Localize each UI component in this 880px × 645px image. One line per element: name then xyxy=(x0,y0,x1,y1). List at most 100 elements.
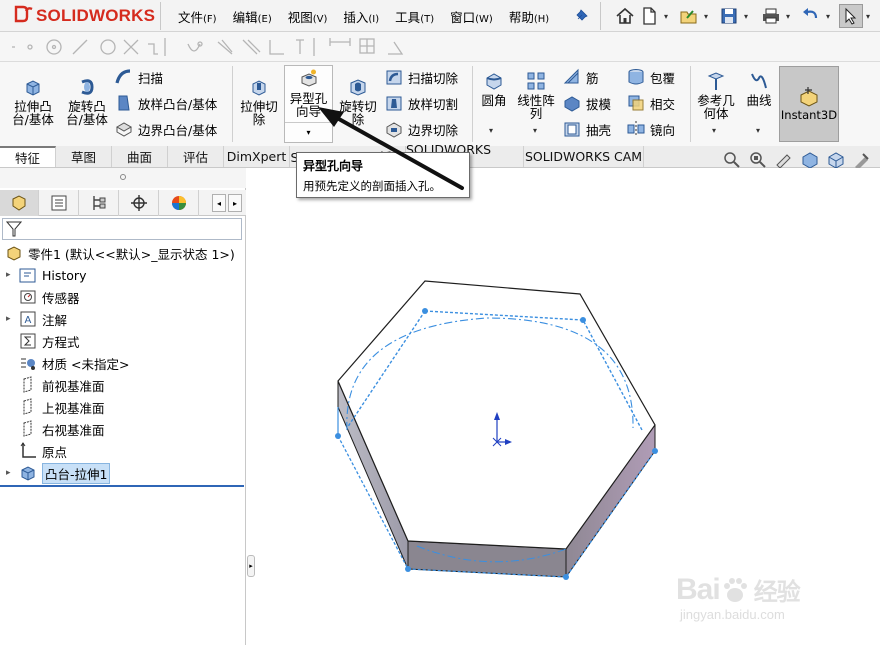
configuration-manager-tab[interactable] xyxy=(80,190,119,216)
tree-item-front-plane[interactable]: 前视基准面 xyxy=(18,374,105,396)
menu-tools[interactable]: 工具(T) xyxy=(395,7,434,26)
feature-manager-tab[interactable] xyxy=(0,190,39,216)
fillet-label: 圆角 xyxy=(481,93,507,108)
tree-root-part[interactable]: 零件1 (默认<<默认>_显示状态 1>) xyxy=(4,242,235,264)
tab-evaluate[interactable]: 评估 xyxy=(168,146,224,167)
revolve-boss-button[interactable]: 旋转凸 台/基体 xyxy=(62,76,112,126)
filter-icon xyxy=(5,221,23,237)
tree-item-history[interactable]: ▸ History xyxy=(6,264,86,286)
linear-pattern-dropdown[interactable]: ▾ xyxy=(533,126,537,135)
open-dropdown[interactable]: ▾ xyxy=(701,4,711,28)
history-label: History xyxy=(42,267,87,283)
undo-icon[interactable] xyxy=(799,4,823,28)
hole-wizard-main[interactable]: 异型孔 向导 xyxy=(285,68,332,118)
loft-cut-button[interactable]: 放样切割 xyxy=(384,92,458,114)
property-manager-tab[interactable] xyxy=(40,190,79,216)
menu-help[interactable]: 帮助(H) xyxy=(509,7,549,26)
display-manager-tab[interactable] xyxy=(160,190,199,216)
extrude-cut-button[interactable]: 拉伸切 除 xyxy=(236,76,282,126)
home-icon[interactable] xyxy=(613,4,637,28)
select-icon[interactable] xyxy=(839,4,863,28)
sweep-icon xyxy=(115,69,131,84)
menu-edit[interactable]: 编辑(E) xyxy=(233,7,272,26)
tab-solidworks-cam[interactable]: SOLIDWORKS CAM xyxy=(524,146,644,167)
revolve-cut-label: 旋转切 除 xyxy=(339,99,377,127)
undo-dropdown[interactable]: ▾ xyxy=(823,4,833,28)
instant3d-icon xyxy=(800,87,818,107)
instant3d-button[interactable]: Instant3D xyxy=(779,66,839,142)
select-dropdown[interactable]: ▾ xyxy=(863,4,873,28)
view-orientation-icon[interactable] xyxy=(826,150,846,170)
revolve-cut-button[interactable]: 旋转切 除 xyxy=(335,76,381,126)
curves-dropdown[interactable]: ▾ xyxy=(756,126,760,135)
sketch-tools-icons xyxy=(12,38,404,56)
fillet-button[interactable]: 圆角 xyxy=(476,70,512,107)
new-dropdown[interactable]: ▾ xyxy=(661,4,671,28)
tree-item-annotations[interactable]: ▸ A 注解 xyxy=(6,308,67,330)
previous-view-icon[interactable] xyxy=(774,150,794,170)
menu-insert[interactable]: 插入(I) xyxy=(343,7,379,26)
fillet-dropdown[interactable]: ▾ xyxy=(489,126,493,135)
menu-view[interactable]: 视图(V) xyxy=(288,7,328,26)
reference-geometry-dropdown[interactable]: ▾ xyxy=(712,126,716,135)
shell-button[interactable]: 抽壳 xyxy=(562,118,611,140)
mirror-button[interactable]: 镜向 xyxy=(626,118,675,140)
tree-item-origin[interactable]: 原点 xyxy=(18,440,67,462)
zoom-to-area-icon[interactable] xyxy=(748,150,768,170)
tree-rollback-bar[interactable] xyxy=(0,485,244,487)
curves-button[interactable]: 曲线 xyxy=(742,70,776,107)
loft-boss-button[interactable]: 放样凸台/基体 xyxy=(114,92,217,114)
reference-geometry-button[interactable]: 参考几 何体 xyxy=(694,70,738,120)
new-document-icon[interactable] xyxy=(637,4,661,28)
expand-arrow-icon[interactable]: ▸ xyxy=(6,270,18,280)
tree-item-sensors[interactable]: 传感器 xyxy=(18,286,80,308)
pin-icon[interactable] xyxy=(575,8,589,22)
sweep-button[interactable]: 扫描 xyxy=(114,66,163,88)
tab-surfaces[interactable]: 曲面 xyxy=(112,146,168,167)
paw-icon xyxy=(723,577,747,602)
feature-tree-filter[interactable] xyxy=(2,218,242,240)
tree-item-equations[interactable]: 方程式 xyxy=(18,330,80,352)
menu-window[interactable]: 窗口(W) xyxy=(450,7,493,26)
sweep-cut-button[interactable]: 扫描切除 xyxy=(384,66,458,88)
panel-collapse-handle[interactable]: ▸ xyxy=(247,555,255,577)
panel-scroll-right[interactable]: ▸ xyxy=(228,194,242,212)
section-view-icon[interactable] xyxy=(800,150,820,170)
tree-item-top-plane[interactable]: 上视基准面 xyxy=(18,396,105,418)
dimxpert-manager-tab[interactable] xyxy=(120,190,159,216)
hole-wizard-dropdown[interactable]: ▾ xyxy=(285,122,332,142)
hole-wizard-button[interactable]: 异型孔 向导 ▾ xyxy=(284,65,333,143)
menu-file[interactable]: 文件(F) xyxy=(178,7,217,26)
boundary-cut-button[interactable]: 边界切除 xyxy=(384,118,458,140)
extrude-boss-button[interactable]: 拉伸凸 台/基体 xyxy=(8,76,58,126)
rib-button[interactable]: 筋 xyxy=(562,66,599,88)
tree-item-boss-extrude1[interactable]: ▸ 凸台-拉伸1 xyxy=(6,462,111,484)
panel-scroll-left[interactable]: ◂ xyxy=(212,194,226,212)
wrap-button[interactable]: 包覆 xyxy=(626,66,675,88)
print-dropdown[interactable]: ▾ xyxy=(783,4,793,28)
crosshair-icon xyxy=(131,195,147,211)
configuration-icon xyxy=(93,196,106,210)
tab-features[interactable]: 特征 xyxy=(0,146,56,167)
tab-dimxpert[interactable]: DimXpert xyxy=(224,146,290,167)
open-icon[interactable] xyxy=(677,4,701,28)
solidworks-logo[interactable]: SOLIDWORKS xyxy=(14,4,155,28)
save-dropdown[interactable]: ▾ xyxy=(741,4,751,28)
save-icon[interactable] xyxy=(717,4,741,28)
zoom-to-fit-icon[interactable] xyxy=(722,150,742,170)
expand-arrow-icon[interactable]: ▸ xyxy=(6,468,18,478)
tree-item-right-plane[interactable]: 右视基准面 xyxy=(18,418,105,440)
draft-label: 拔模 xyxy=(586,96,612,112)
extrude-cut-icon xyxy=(252,80,266,96)
linear-pattern-button[interactable]: 线性阵 列 xyxy=(514,70,558,120)
display-style-icon[interactable] xyxy=(852,150,872,170)
boundary-boss-button[interactable]: 边界凸台/基体 xyxy=(114,118,217,140)
heads-up-view-toolbar xyxy=(722,150,872,170)
tree-item-material[interactable]: 材质 <未指定> xyxy=(18,352,129,374)
print-icon[interactable] xyxy=(759,4,783,28)
panel-grip[interactable] xyxy=(0,168,246,188)
draft-button[interactable]: 拔模 xyxy=(562,92,611,114)
expand-arrow-icon[interactable]: ▸ xyxy=(6,314,18,324)
intersect-button[interactable]: 相交 xyxy=(626,92,675,114)
tab-sketch[interactable]: 草图 xyxy=(56,146,112,167)
